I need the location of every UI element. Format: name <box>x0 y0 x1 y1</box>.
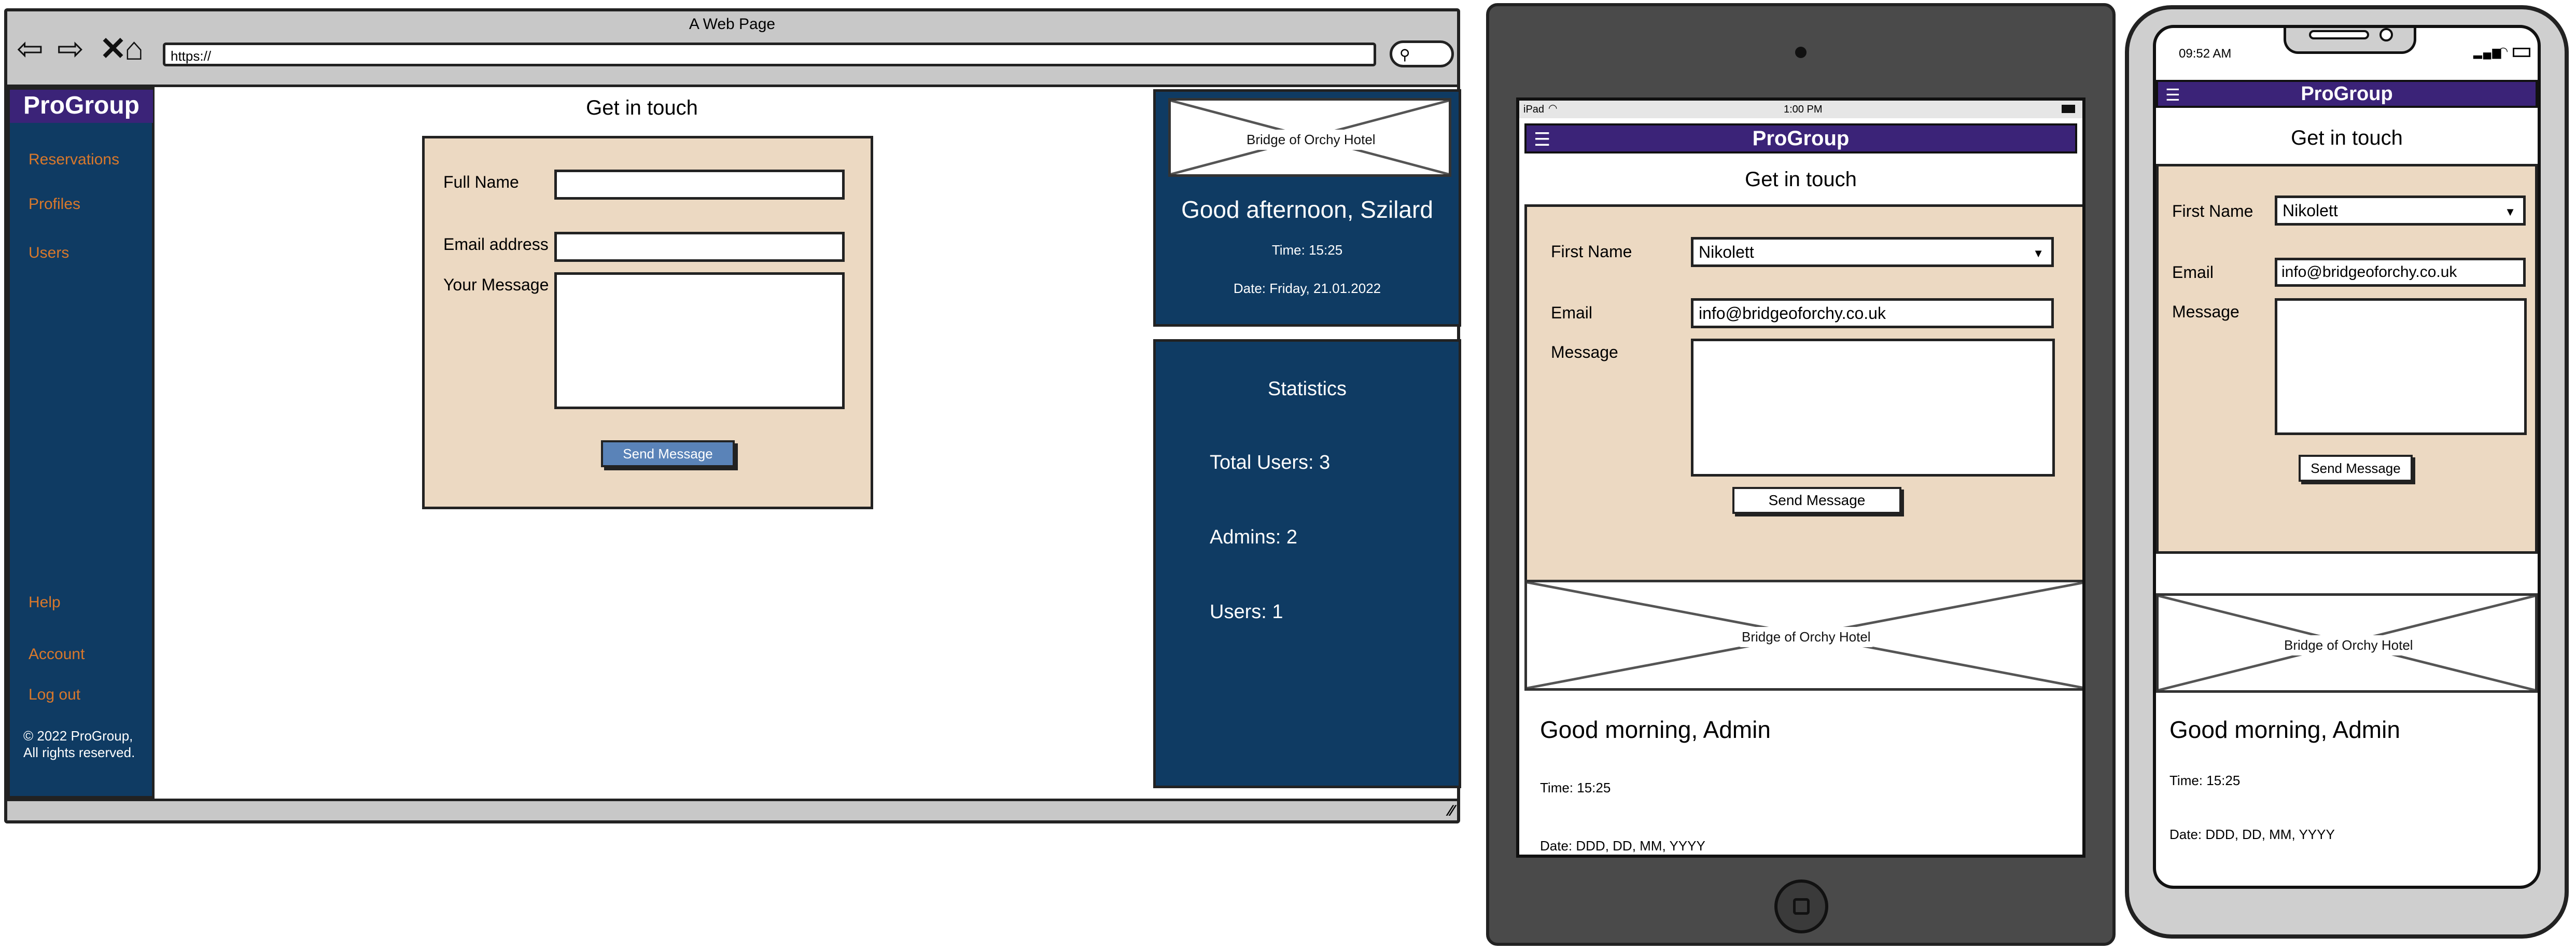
device-label: iPad <box>1523 104 1545 115</box>
sidebar-item-logout[interactable]: Log out <box>29 686 80 704</box>
sidebar: ProGroup Reservations Profiles Users Hel… <box>7 87 155 799</box>
camera-icon <box>1795 47 1807 58</box>
rights-line: All rights reserved. <box>23 745 135 760</box>
home-button[interactable] <box>1774 879 1828 933</box>
tablet-header: ☰ ProGroup <box>1524 123 2077 153</box>
selected-value: Nikolett <box>1699 243 1754 261</box>
camera-icon <box>2379 28 2393 41</box>
resize-grip-icon[interactable]: ⁄⁄ <box>1449 802 1454 820</box>
hotel-image-label: Bridge of Orchy Hotel <box>1241 130 1381 150</box>
sidebar-item-users[interactable]: Users <box>29 244 69 262</box>
email-label: Email <box>2172 263 2214 282</box>
first-name-select[interactable]: Nikolett ▼ <box>2275 195 2526 226</box>
page-title: Get in touch <box>586 96 698 119</box>
email-input[interactable] <box>554 232 845 262</box>
users-stat: Users: 1 <box>1210 601 1283 623</box>
wifi-icon: ◠ <box>1548 103 1558 114</box>
sidebar-item-account[interactable]: Account <box>29 646 85 663</box>
page-title: Get in touch <box>2291 127 2403 149</box>
window-title: A Web Page <box>689 16 776 33</box>
first-name-label: First Name <box>2172 202 2253 220</box>
date-text: Date: DDD, DD, MM, YYYY <box>1540 838 1705 854</box>
tablet-status-bar: iPad ◠ 1:00 PM <box>1519 101 2082 118</box>
phone-device: 09:52 AM ▂▄▆ ◠ ☰ ProGroup Get in touch F… <box>2125 5 2569 939</box>
send-message-button[interactable]: Send Message <box>2299 455 2413 482</box>
message-label: Message <box>1551 343 1618 361</box>
hotel-image-placeholder: Bridge of Orchy Hotel <box>1168 98 1451 177</box>
first-name-label: First Name <box>1551 242 1632 261</box>
hotel-image-placeholder: Bridge of Orchy Hotel <box>1524 580 2082 691</box>
email-input[interactable]: info@bridgeoforchy.co.uk <box>1691 298 2054 328</box>
close-icon[interactable]: ✕ <box>100 33 127 65</box>
message-label: Message <box>2172 302 2239 321</box>
hotel-image-label: Bridge of Orchy Hotel <box>2279 635 2418 655</box>
wifi-icon: ◠ <box>2498 45 2509 58</box>
greeting-text: Good afternoon, Szilard <box>1181 196 1433 223</box>
contact-form: First Name Nikolett ▼ Email info@bridgeo… <box>2156 164 2538 554</box>
chevron-down-icon: ▼ <box>2504 205 2516 218</box>
message-textarea[interactable] <box>2275 298 2527 435</box>
hotel-image-placeholder: Bridge of Orchy Hotel <box>2156 593 2538 693</box>
greeting-text: Good morning, Admin <box>1540 716 1771 743</box>
first-name-select[interactable]: Nikolett ▼ <box>1691 237 2054 267</box>
browser-search-field[interactable]: ⚲ <box>1390 40 1454 67</box>
phone-header: ☰ ProGroup <box>2156 80 2538 108</box>
sidebar-item-profiles[interactable]: Profiles <box>29 195 80 213</box>
battery-icon <box>2062 105 2075 113</box>
contact-form: Full Name Email address Your Message Sen… <box>422 136 873 509</box>
url-bar[interactable]: https:// <box>163 43 1376 66</box>
time-text: Time: 15:25 <box>1540 780 1611 795</box>
browser-statusbar: ⁄⁄ <box>7 799 1457 820</box>
total-users-stat: Total Users: 3 <box>1210 452 1331 473</box>
search-icon: ⚲ <box>1399 47 1410 63</box>
tablet-screen: iPad ◠ 1:00 PM ☰ ProGroup Get in touch F… <box>1516 97 2085 858</box>
copyright-line: © 2022 ProGroup, <box>23 728 133 744</box>
brand-logo[interactable]: ProGroup <box>1527 125 2075 151</box>
speaker-grille <box>2309 30 2369 39</box>
battery-icon <box>2513 48 2530 57</box>
email-label: Email <box>1551 303 1593 322</box>
send-message-button[interactable]: Send Message <box>601 440 735 467</box>
email-input[interactable]: info@bridgeoforchy.co.uk <box>2275 258 2526 287</box>
date-text: Date: DDD, DD, MM, YYYY <box>2169 827 2335 842</box>
time-text: Time: 15:25 <box>2169 773 2241 788</box>
desktop-browser-window: A Web Page ⇦ ⇨ ✕ ⌂ https:// ⚲ ProGroup R… <box>4 8 1461 823</box>
admins-stat: Admins: 2 <box>1210 526 1297 548</box>
email-label: Email address <box>443 235 549 254</box>
forward-arrow-icon[interactable]: ⇨ <box>57 33 84 65</box>
sidebar-item-reservations[interactable]: Reservations <box>29 151 119 169</box>
greeting-text: Good morning, Admin <box>2169 716 2400 743</box>
brand-logo[interactable]: ProGroup <box>2158 82 2536 106</box>
contact-form: First Name Nikolett ▼ Email info@bridgeo… <box>1524 204 2082 583</box>
home-button-icon <box>1793 898 1810 915</box>
tablet-device: iPad ◠ 1:00 PM ☰ ProGroup Get in touch F… <box>1486 3 2116 946</box>
statistics-panel: Statistics Total Users: 3 Admins: 2 User… <box>1153 339 1461 788</box>
full-name-label: Full Name <box>443 173 519 191</box>
phone-notch <box>2284 28 2416 54</box>
selected-value: Nikolett <box>2283 201 2338 220</box>
date-text: Date: Friday, 21.01.2022 <box>1233 281 1381 296</box>
chevron-down-icon: ▼ <box>2033 247 2044 260</box>
status-time: 09:52 AM <box>2179 47 2232 61</box>
message-textarea[interactable] <box>1691 339 2055 477</box>
back-arrow-icon[interactable]: ⇦ <box>17 33 44 65</box>
greeting-panel: Bridge of Orchy Hotel Good afternoon, Sz… <box>1153 89 1461 327</box>
time-text: Time: 15:25 <box>1271 242 1343 258</box>
send-message-button[interactable]: Send Message <box>1732 487 1901 514</box>
copyright-footer: © 2022 ProGroup, All rights reserved. <box>23 728 135 761</box>
status-time: 1:00 PM <box>1784 104 1823 115</box>
sidebar-item-help[interactable]: Help <box>29 594 61 611</box>
brand-logo[interactable]: ProGroup <box>10 90 153 123</box>
hotel-image-label: Bridge of Orchy Hotel <box>1737 627 1876 647</box>
page-title: Get in touch <box>1745 168 1857 191</box>
phone-screen: 09:52 AM ▂▄▆ ◠ ☰ ProGroup Get in touch F… <box>2153 25 2541 889</box>
browser-titlebar: A Web Page ⇦ ⇨ ✕ ⌂ https:// ⚲ <box>7 11 1457 87</box>
message-label: Your Message <box>443 275 549 294</box>
statistics-title: Statistics <box>1267 378 1347 400</box>
full-name-input[interactable] <box>554 170 845 200</box>
message-textarea[interactable] <box>554 272 845 409</box>
home-icon[interactable]: ⌂ <box>124 33 144 65</box>
